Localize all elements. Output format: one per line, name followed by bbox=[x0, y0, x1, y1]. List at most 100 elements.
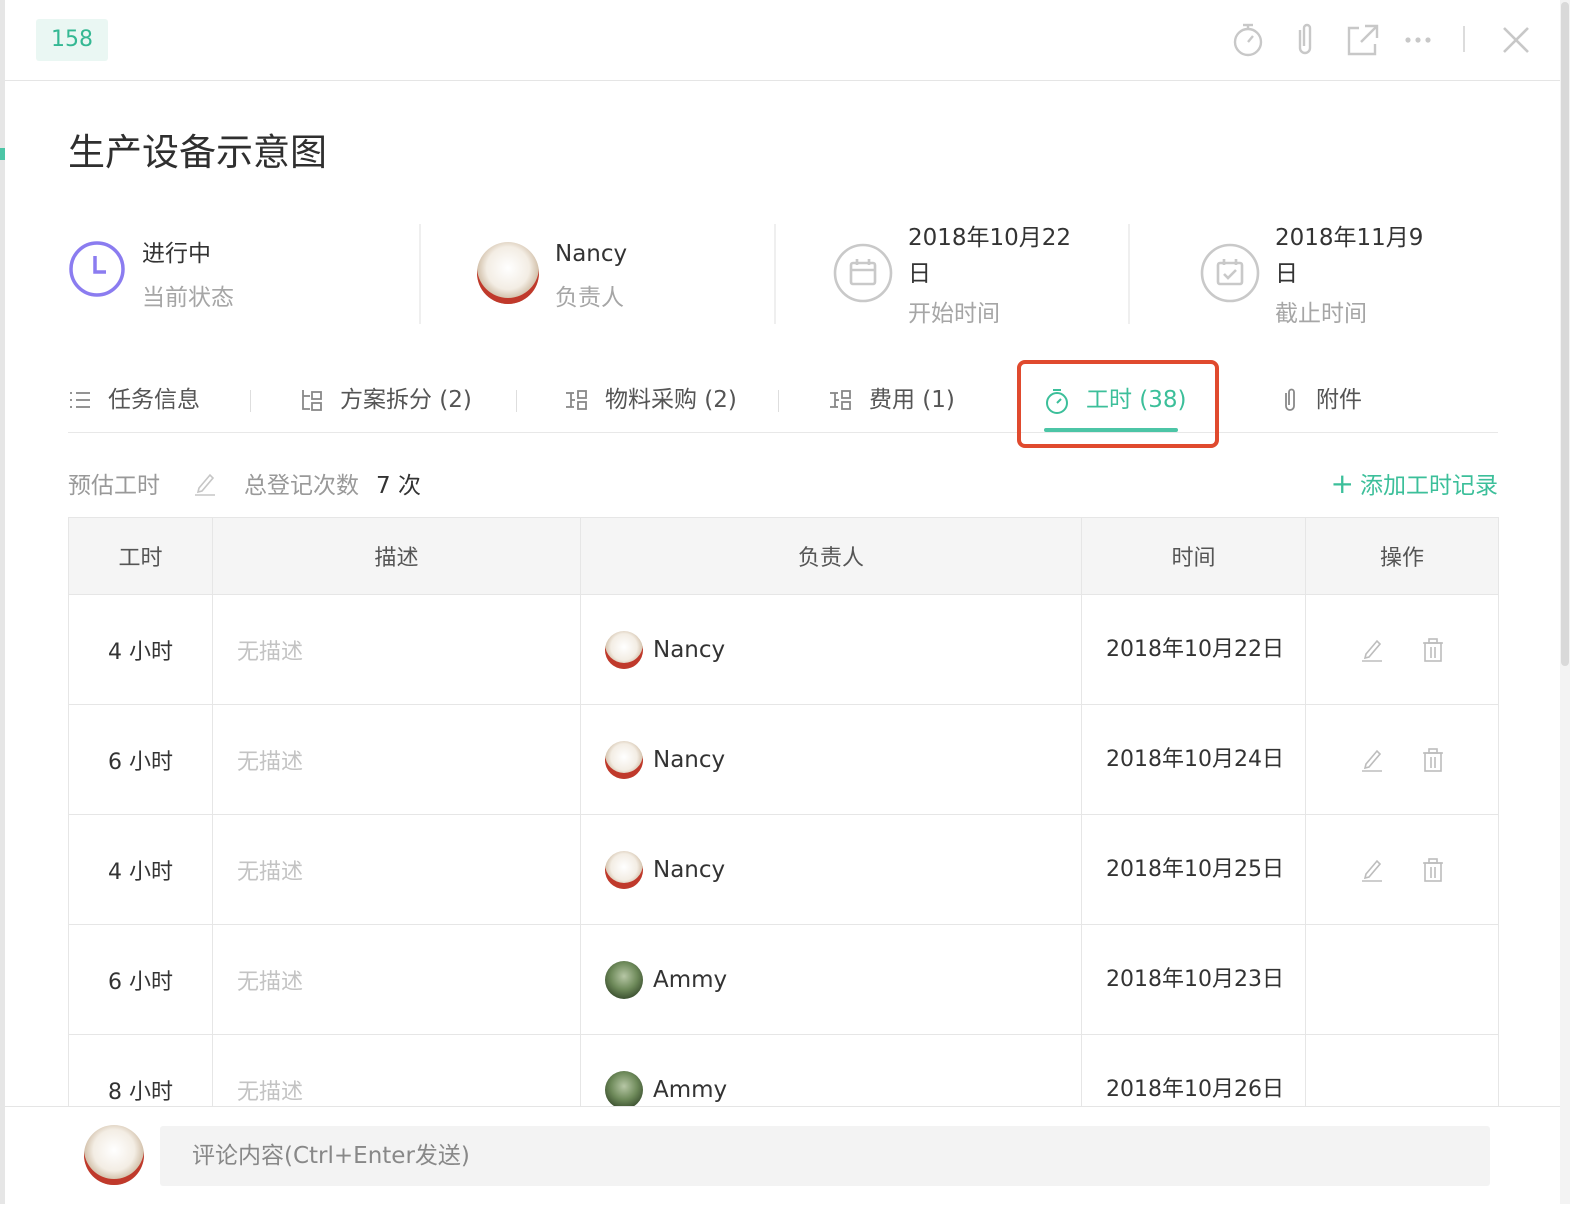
scrollbar[interactable] bbox=[1560, 0, 1570, 1204]
calendar-icon bbox=[832, 242, 894, 308]
date-cell: 2018年10月23日 bbox=[1081, 924, 1306, 1035]
owner-name: Nancy bbox=[653, 746, 726, 773]
avatar bbox=[605, 960, 643, 999]
highlight-box bbox=[1017, 360, 1219, 448]
edit-icon[interactable] bbox=[1360, 637, 1384, 663]
meta-start-date[interactable]: 2018年10月22日 开始时间 bbox=[832, 222, 1112, 327]
avatar bbox=[605, 1070, 643, 1109]
background-edge bbox=[0, 0, 5, 1204]
trash-icon[interactable] bbox=[1421, 637, 1445, 663]
column-header: 时间 bbox=[1081, 517, 1306, 595]
meta-due-date[interactable]: 2018年11月9日 截止时间 bbox=[1199, 222, 1479, 327]
stopwatch-icon[interactable] bbox=[1231, 22, 1265, 58]
actions-cell bbox=[1305, 814, 1499, 925]
hours-cell: 4 小时 bbox=[68, 814, 213, 925]
plus-icon: + bbox=[1330, 467, 1354, 500]
owner-cell: Nancy bbox=[580, 814, 1082, 925]
hours-cell: 4 小时 bbox=[68, 594, 213, 705]
status-value: 进行中 bbox=[142, 241, 211, 267]
due-date-label: 截止时间 bbox=[1275, 301, 1367, 327]
split-icon bbox=[566, 390, 587, 410]
toolbar-divider bbox=[1463, 26, 1465, 52]
description-cell: 无描述 bbox=[212, 704, 581, 815]
date-cell: 2018年10月24日 bbox=[1081, 704, 1306, 815]
tab-label: 物料采购 (2) bbox=[605, 387, 737, 413]
add-work-hours-link[interactable]: + 添加工时记录 bbox=[1331, 466, 1498, 500]
edit-icon[interactable] bbox=[193, 470, 217, 500]
column-header: 负责人 bbox=[580, 517, 1082, 595]
tab-divider bbox=[250, 390, 251, 412]
status-label: 当前状态 bbox=[142, 285, 234, 311]
clock-icon bbox=[68, 240, 126, 302]
edit-icon[interactable] bbox=[1360, 747, 1384, 773]
table-header-row: 工时 描述 负责人 时间 操作 bbox=[68, 517, 1499, 595]
trash-icon[interactable] bbox=[1421, 857, 1445, 883]
meta-divider bbox=[419, 224, 421, 324]
date-cell: 2018年10月25日 bbox=[1081, 814, 1306, 925]
tab-cost[interactable]: 费用 (1) bbox=[829, 370, 979, 430]
owner-name: Ammy bbox=[653, 1076, 728, 1103]
meta-divider bbox=[1128, 224, 1130, 324]
column-header: 描述 bbox=[212, 517, 581, 595]
comment-bar bbox=[5, 1106, 1560, 1205]
hours-cell: 6 小时 bbox=[68, 924, 213, 1035]
table-row: 6 小时 无描述 Nancy 2018年10月24日 bbox=[68, 704, 1499, 815]
tab-divider bbox=[778, 390, 779, 412]
due-date-value: 2018年11月9日 bbox=[1275, 225, 1424, 287]
tab-attachments[interactable]: 附件 bbox=[1278, 370, 1398, 430]
more-icon[interactable] bbox=[1401, 22, 1435, 58]
column-header: 操作 bbox=[1305, 517, 1499, 595]
avatar bbox=[605, 740, 643, 779]
tab-bar: 任务信息 方案拆分 (2) 物料采购 (2) 费用 (1) 工时 (38) 附件 bbox=[68, 370, 1498, 433]
owner-name: Ammy bbox=[653, 966, 728, 993]
comment-input[interactable] bbox=[160, 1126, 1490, 1186]
work-hours-table: 工时 描述 负责人 时间 操作 4 小时 无描述 Nancy 2018年10月2… bbox=[68, 517, 1499, 1145]
owner-cell: Ammy bbox=[580, 924, 1082, 1035]
table-row: 4 小时 无描述 Nancy 2018年10月22日 bbox=[68, 594, 1499, 705]
description-cell: 无描述 bbox=[212, 594, 581, 705]
task-id-badge: 158 bbox=[36, 19, 108, 61]
trash-icon[interactable] bbox=[1421, 747, 1445, 773]
estimate-label: 预估工时 bbox=[68, 473, 160, 499]
avatar bbox=[477, 242, 539, 304]
tab-task-info[interactable]: 任务信息 bbox=[68, 370, 218, 430]
tab-label: 任务信息 bbox=[108, 387, 200, 413]
start-date-value: 2018年10月22日 bbox=[908, 225, 1072, 287]
tab-material-purchase[interactable]: 物料采购 (2) bbox=[565, 370, 755, 430]
tab-plan-split[interactable]: 方案拆分 (2) bbox=[300, 370, 490, 430]
owner-name: Nancy bbox=[653, 856, 726, 883]
scrollbar-thumb[interactable] bbox=[1561, 2, 1569, 666]
meta-status[interactable]: 进行中 当前状态 bbox=[68, 222, 408, 326]
add-work-hours-label: 添加工时记录 bbox=[1360, 473, 1498, 499]
calendar-check-icon bbox=[1199, 242, 1261, 308]
tab-label: 附件 bbox=[1316, 387, 1362, 413]
avatar bbox=[605, 630, 643, 669]
meta-divider bbox=[774, 224, 776, 324]
split-icon bbox=[830, 390, 851, 410]
date-cell: 2018年10月22日 bbox=[1081, 594, 1306, 705]
avatar bbox=[84, 1125, 144, 1185]
description-cell: 无描述 bbox=[212, 924, 581, 1035]
total-count-label: 总登记次数 bbox=[244, 473, 359, 499]
tab-divider bbox=[516, 390, 517, 412]
paperclip-icon[interactable] bbox=[1288, 22, 1322, 58]
owner-value: Nancy bbox=[555, 241, 628, 267]
edit-icon[interactable] bbox=[1360, 857, 1384, 883]
avatar bbox=[605, 850, 643, 889]
tab-label: 方案拆分 (2) bbox=[340, 387, 472, 413]
owner-cell: Nancy bbox=[580, 594, 1082, 705]
tab-label: 费用 (1) bbox=[869, 387, 955, 413]
table-row: 4 小时 无描述 Nancy 2018年10月25日 bbox=[68, 814, 1499, 925]
column-header: 工时 bbox=[68, 517, 213, 595]
actions-cell bbox=[1305, 594, 1499, 705]
owner-name: Nancy bbox=[653, 636, 726, 663]
external-link-icon[interactable] bbox=[1345, 22, 1379, 58]
description-cell: 无描述 bbox=[212, 814, 581, 925]
owner-label: 负责人 bbox=[555, 285, 624, 311]
meta-owner[interactable]: Nancy 负责人 bbox=[477, 222, 757, 326]
close-icon[interactable] bbox=[1499, 22, 1533, 58]
start-date-label: 开始时间 bbox=[908, 301, 1000, 327]
top-bar: 158 bbox=[5, 0, 1560, 81]
background-edge-mark bbox=[0, 148, 5, 160]
split-icon bbox=[302, 390, 322, 411]
